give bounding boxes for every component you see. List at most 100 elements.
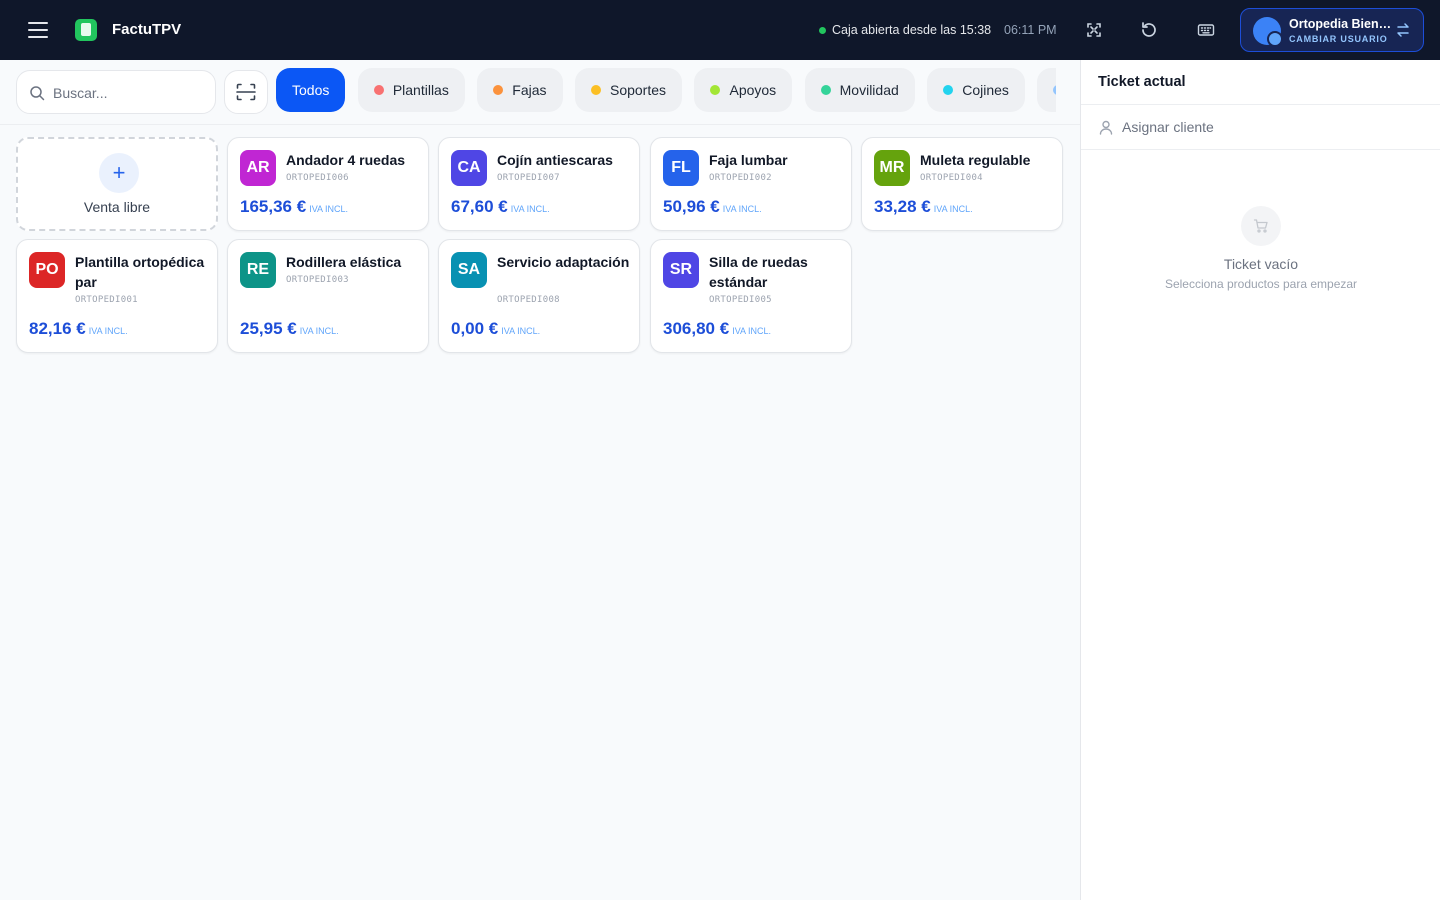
category-tab-todos[interactable]: Todos [276, 68, 346, 112]
product-code: ORTOPEDI007 [497, 173, 560, 183]
app-logo-icon [75, 19, 97, 41]
category-tab-plantillas[interactable]: Plantillas [357, 68, 465, 112]
menu-icon-line [28, 22, 48, 24]
category-tab-soportes[interactable]: Soportes [574, 68, 683, 112]
category-tab-fajas[interactable]: Fajas [477, 68, 563, 112]
cart-icon [1253, 219, 1268, 233]
category-dot-icon [710, 85, 721, 95]
tax-label: IVA INCL. [933, 204, 973, 214]
product-price: 82,16 € IVA INCL. [29, 319, 128, 339]
assign-customer-button[interactable]: Asignar cliente [1081, 105, 1440, 149]
tax-label: IVA INCL. [501, 326, 541, 336]
menu-icon-line [28, 29, 48, 31]
product-card[interactable]: FL Faja lumbar ORTOPEDI002 50,96 € IVA IN… [650, 137, 852, 231]
top-bar: FactuTPV Caja abierta desde las 15:38 06… [0, 0, 1440, 60]
product-code: ORTOPEDI003 [286, 275, 349, 285]
product-card[interactable]: SA Servicio adaptación ORTOPEDI008 0,00 … [438, 239, 640, 353]
category-label: Soportes [609, 82, 667, 98]
product-initials-badge: CA [451, 150, 487, 186]
product-card[interactable]: CA Cojín antiescaras ORTOPEDI007 67,60 €… [438, 137, 640, 231]
tax-label: IVA INCL. [722, 204, 762, 214]
plus-icon: + [99, 153, 139, 193]
category-dot-icon [820, 85, 831, 95]
product-code: ORTOPEDI006 [286, 173, 349, 183]
category-tabs: Todos Plantillas Fajas Soportes Apoyos M… [276, 68, 1056, 114]
fullscreen-icon [1087, 23, 1101, 37]
category-tab-apoyos[interactable]: Apoyos [694, 68, 793, 112]
empty-ticket-title: Ticket vacío [1223, 256, 1299, 272]
category-label: Fajas [512, 82, 547, 98]
category-label: Cojines [962, 82, 1009, 98]
menu-icon-line [28, 36, 48, 38]
price-value: 33,28 € [874, 197, 931, 216]
refresh-button[interactable] [1137, 18, 1161, 42]
product-initials-badge: FL [663, 150, 699, 186]
product-initials-badge: AR [240, 150, 276, 186]
product-code: ORTOPEDI001 [75, 295, 138, 305]
product-initials-badge: MR [874, 150, 910, 186]
category-label: Movilidad [839, 82, 899, 98]
assign-customer-label: Asignar cliente [1122, 119, 1214, 135]
tax-label: IVA INCL. [732, 326, 772, 336]
user-avatar [1253, 17, 1283, 47]
price-value: 165,36 € [240, 197, 307, 216]
ticket-title: Ticket actual [1098, 74, 1186, 90]
price-value: 25,95 € [240, 319, 297, 338]
product-price: 306,80 € IVA INCL. [663, 319, 771, 339]
product-initials-badge: PO [29, 252, 65, 288]
tax-label: IVA INCL. [88, 326, 128, 336]
category-label: Plantillas [392, 82, 449, 98]
product-initials-badge: SA [451, 252, 487, 288]
category-tab-movilidad[interactable]: Movilidad [804, 68, 915, 112]
category-dot-icon [1053, 85, 1056, 95]
price-value: 0,00 € [451, 319, 499, 338]
product-name: Muleta regulable [920, 152, 1031, 168]
category-dot-icon [590, 85, 601, 95]
panel-divider [1081, 149, 1440, 150]
price-value: 306,80 € [663, 319, 730, 338]
barcode-scan-button[interactable] [224, 70, 268, 114]
refresh-icon [1142, 22, 1156, 37]
tax-label: IVA INCL. [309, 204, 349, 214]
category-tab-more[interactable] [1037, 68, 1056, 112]
product-card[interactable]: MR Muleta regulable ORTOPEDI004 33,28 € I… [861, 137, 1063, 231]
product-initials-badge: RE [240, 252, 276, 288]
product-price: 67,60 € IVA INCL. [451, 197, 550, 217]
free-sale-label: Venta libre [83, 199, 151, 215]
fullscreen-button[interactable] [1082, 18, 1106, 42]
switch-user-button[interactable]: Ortopedia Bienestar CAMBIAR USUARIO [1240, 8, 1424, 52]
category-label: Apoyos [729, 82, 777, 98]
product-name: Faja lumbar [709, 152, 788, 168]
product-name: Rodillera elástica [286, 254, 402, 270]
price-value: 82,16 € [29, 319, 86, 338]
product-card[interactable]: SR Silla de ruedas estándar ORTOPEDI005 … [650, 239, 852, 353]
product-card[interactable]: RE Rodillera elástica ORTOPEDI003 25,95 … [227, 239, 429, 353]
empty-ticket-subtitle: Selecciona productos para empezar [1164, 277, 1358, 291]
product-card[interactable]: PO Plantilla ortopédica par ORTOPEDI001 … [16, 239, 218, 353]
product-price: 50,96 € IVA INCL. [663, 197, 762, 217]
switch-user-label: CAMBIAR USUARIO [1289, 34, 1388, 44]
product-price: 0,00 € IVA INCL. [451, 319, 540, 339]
keyboard-icon [1197, 24, 1215, 36]
free-sale-card[interactable]: + Venta libre [16, 137, 218, 231]
menu-button[interactable] [26, 20, 50, 40]
product-name: Andador 4 ruedas [286, 152, 406, 168]
category-tab-cojines[interactable]: Cojines [927, 68, 1025, 112]
tax-label: IVA INCL. [299, 326, 339, 336]
product-initials-badge: SR [663, 252, 699, 288]
clock: 06:11 PM [1004, 23, 1057, 37]
keyboard-button[interactable] [1194, 18, 1218, 42]
status-dot-icon [819, 26, 826, 34]
user-icon [1099, 120, 1113, 135]
search-input[interactable] [53, 81, 203, 105]
category-dot-icon [493, 85, 504, 95]
price-value: 67,60 € [451, 197, 508, 216]
product-code: ORTOPEDI005 [709, 295, 772, 305]
category-dot-icon [373, 85, 384, 95]
barcode-scan-icon [236, 83, 256, 101]
product-price: 25,95 € IVA INCL. [240, 319, 339, 339]
product-code: ORTOPEDI008 [497, 295, 560, 305]
swap-arrows-icon [1397, 23, 1409, 37]
product-card[interactable]: AR Andador 4 ruedas ORTOPEDI006 165,36 €… [227, 137, 429, 231]
price-value: 50,96 € [663, 197, 720, 216]
